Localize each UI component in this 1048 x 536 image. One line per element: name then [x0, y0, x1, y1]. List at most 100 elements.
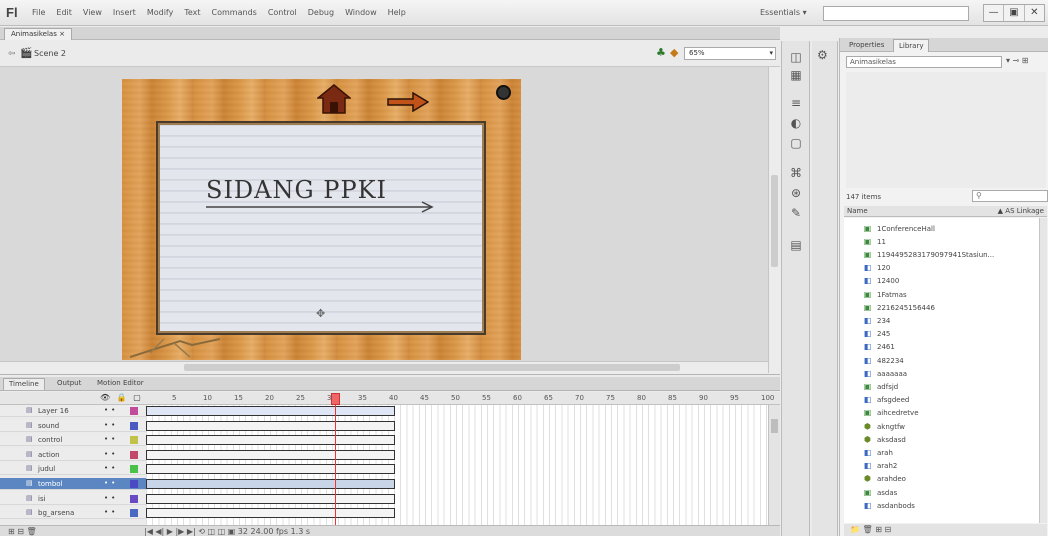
menu-modify[interactable]: Modify: [147, 8, 174, 17]
library-item[interactable]: ◧ afsgdeed: [844, 394, 1039, 407]
library-document-select[interactable]: Animasikelas: [846, 56, 1002, 68]
edit-scene-icon[interactable]: ◆: [670, 46, 678, 59]
collapse-panels-icon[interactable]: ⚙: [817, 48, 828, 62]
playhead-handle[interactable]: [331, 393, 340, 405]
library-item[interactable]: ◧ asdanbods: [844, 499, 1039, 512]
edit-symbols-icon[interactable]: ♣: [656, 46, 666, 59]
timeline-scrollbar[interactable]: [768, 405, 780, 525]
layer-row[interactable]: ▤ tombol ••: [0, 478, 146, 490]
library-item[interactable]: ◧ 234: [844, 314, 1039, 327]
layer-name[interactable]: judul: [38, 465, 55, 473]
menu-window[interactable]: Window: [345, 8, 377, 17]
library-item[interactable]: ◧ arah2: [844, 460, 1039, 473]
layer-visibility-lock[interactable]: ••: [104, 406, 118, 414]
library-scrollbar[interactable]: [1039, 218, 1047, 523]
library-item[interactable]: ⬢ akngtfw: [844, 420, 1039, 433]
scene-label[interactable]: Scene 2: [34, 49, 66, 58]
frame-number[interactable]: 90: [699, 394, 708, 402]
library-item[interactable]: ◧ 245: [844, 328, 1039, 341]
library-search-input[interactable]: ⚲: [972, 190, 1048, 202]
frame-number[interactable]: 100: [761, 394, 774, 402]
library-item[interactable]: ⬢ aksdasd: [844, 433, 1039, 446]
stage[interactable]: SIDANG PPKI ✥: [122, 79, 521, 360]
layer-outline-color[interactable]: [130, 465, 138, 474]
frame-number[interactable]: 50: [451, 394, 460, 402]
layer-visibility-lock[interactable]: ••: [104, 450, 118, 458]
library-item[interactable]: ▣ aihcedretve: [844, 407, 1039, 420]
color-icon[interactable]: ◐: [787, 115, 805, 131]
library-item[interactable]: ▣ 1194495283179097941Stasiun...: [844, 248, 1039, 261]
layer-visibility-lock[interactable]: ••: [104, 508, 118, 516]
stage-vertical-scrollbar[interactable]: [768, 67, 780, 373]
layer-row[interactable]: ▤ Layer 16 ••: [0, 405, 146, 417]
frame-number[interactable]: 75: [606, 394, 615, 402]
layer-row[interactable]: ▤ control ••: [0, 434, 146, 447]
layer-name[interactable]: sound: [38, 422, 59, 430]
layer-outline-color[interactable]: [130, 407, 138, 415]
frame-number[interactable]: 80: [637, 394, 646, 402]
playback-controls[interactable]: |◀ ◀| ▶ |▶ ▶| ⟲ ◫ ◫ ▣ 32 24.00 fps 1.3 s: [144, 526, 310, 536]
layer-row[interactable]: ▤ bg_arsena ••: [0, 507, 146, 520]
tab-motion-editor[interactable]: Motion Editor: [92, 378, 149, 390]
library-item[interactable]: ▣ 1ConferenceHall: [844, 222, 1039, 235]
library-item[interactable]: ◧ 482234: [844, 354, 1039, 367]
components-icon[interactable]: ▤: [787, 237, 805, 253]
next-arrow-icon[interactable]: [387, 92, 429, 112]
frame-number[interactable]: 45: [420, 394, 429, 402]
info-icon[interactable]: ⌘: [787, 165, 805, 181]
layer-name[interactable]: bg_arsena: [38, 509, 74, 517]
menu-edit[interactable]: Edit: [56, 8, 72, 17]
frame-span[interactable]: [146, 479, 395, 489]
layer-visibility-lock[interactable]: ••: [104, 421, 118, 429]
layer-name[interactable]: Layer 16: [38, 407, 69, 415]
menu-view[interactable]: View: [83, 8, 102, 17]
library-item[interactable]: ◧ 120: [844, 262, 1039, 275]
layer-visibility-lock[interactable]: ••: [104, 494, 118, 502]
scrollbar-thumb[interactable]: [771, 419, 778, 433]
frame-number[interactable]: 10: [203, 394, 212, 402]
library-item[interactable]: ⬢ arahdeo: [844, 473, 1039, 486]
scrollbar-thumb[interactable]: [771, 175, 778, 267]
brush-icon[interactable]: ✎: [787, 205, 805, 221]
layer-row[interactable]: ▤ sound ••: [0, 419, 146, 432]
frame-span[interactable]: [146, 493, 395, 504]
frame-number[interactable]: 25: [296, 394, 305, 402]
tab-timeline[interactable]: Timeline: [3, 378, 45, 390]
library-item[interactable]: ▣ 2216245156446: [844, 301, 1039, 314]
stage-horizontal-scrollbar[interactable]: [0, 361, 768, 373]
layer-visibility-lock[interactable]: ••: [104, 464, 118, 472]
layer-outline-color[interactable]: [130, 436, 138, 445]
column-linkage[interactable]: ▲ AS Linkage: [998, 207, 1044, 215]
library-item[interactable]: ◧ arah: [844, 446, 1039, 459]
menu-insert[interactable]: Insert: [113, 8, 136, 17]
frame-number[interactable]: 20: [265, 394, 274, 402]
library-item[interactable]: ◧ 12400: [844, 275, 1039, 288]
layer-toggle-icons[interactable]: 👁 🔒 ▢: [100, 393, 143, 402]
library-pin-buttons[interactable]: ▾ ⊸ ⊞: [1006, 56, 1029, 65]
frame-number[interactable]: 85: [668, 394, 677, 402]
library-item[interactable]: ▣ 11: [844, 235, 1039, 248]
layer-outline-color[interactable]: [130, 450, 138, 459]
frame-number[interactable]: 65: [544, 394, 553, 402]
frame-span[interactable]: [146, 464, 395, 475]
help-search-input[interactable]: [823, 6, 969, 21]
column-name[interactable]: Name: [847, 207, 868, 215]
menu-help[interactable]: Help: [388, 8, 406, 17]
library-item[interactable]: ◧ 2461: [844, 341, 1039, 354]
close-button[interactable]: ✕: [1025, 5, 1044, 21]
frame-span[interactable]: [146, 406, 395, 416]
settings-gear-icon[interactable]: [496, 85, 511, 100]
transform-icon[interactable]: ⊛: [787, 185, 805, 201]
frame-number[interactable]: 5: [172, 394, 176, 402]
menu-text[interactable]: Text: [184, 8, 200, 17]
playhead[interactable]: [335, 405, 336, 525]
frame-span[interactable]: [146, 420, 395, 431]
scrollbar-thumb[interactable]: [184, 364, 680, 371]
layer-row[interactable]: ▤ action ••: [0, 448, 146, 461]
frame-number[interactable]: 70: [575, 394, 584, 402]
home-icon[interactable]: [317, 84, 351, 114]
layer-outline-color[interactable]: [130, 494, 138, 503]
menu-debug[interactable]: Debug: [308, 8, 334, 17]
frame-number[interactable]: 55: [482, 394, 491, 402]
layer-row[interactable]: ▤ judul ••: [0, 463, 146, 476]
